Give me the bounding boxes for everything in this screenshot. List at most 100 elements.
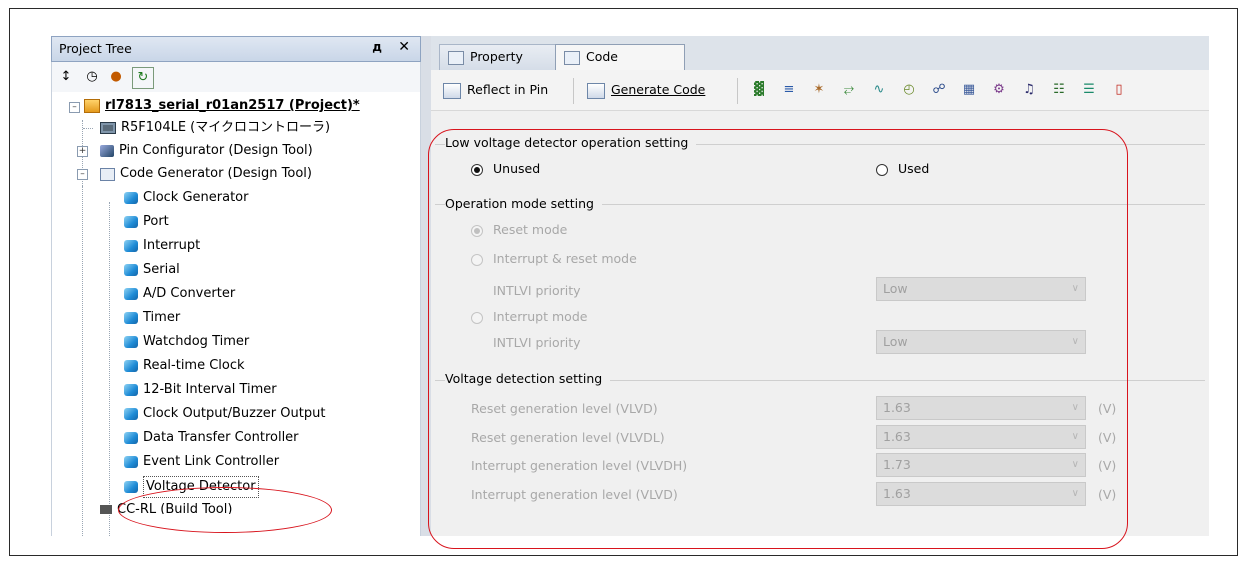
tree-node-code-generator[interactable]: Code Generator (Design Tool)	[100, 164, 312, 184]
interrupt-reset-mode-radio[interactable]: Interrupt & reset mode	[471, 251, 637, 267]
reflect-in-pin-icon	[443, 82, 461, 99]
project-tree-toolbar: ↕ ◷ ● ↻	[51, 62, 421, 92]
pin-icon[interactable]: д	[372, 40, 382, 54]
used-radio[interactable]: Used	[876, 161, 929, 177]
tree-node-data-transfer-controller[interactable]: Data Transfer Controller	[124, 428, 299, 448]
tree-node-serial[interactable]: Serial	[124, 260, 180, 280]
radio-unselected-icon	[876, 163, 888, 176]
code-generator-icon	[564, 50, 580, 65]
module-icon	[124, 432, 138, 444]
module-icon	[124, 288, 138, 300]
collapse-code-generator-toggle[interactable]: –	[77, 169, 88, 180]
tab-strip: Property Code Generator*	[431, 36, 1209, 88]
tree-node-pin-configurator[interactable]: Pin Configurator (Design Tool)	[100, 141, 313, 161]
radio-selected-icon	[471, 163, 483, 176]
module-icon	[124, 264, 138, 276]
refresh-icon[interactable]: ↻	[132, 67, 154, 89]
module-icon	[124, 481, 138, 493]
reset-mode-radio[interactable]: Reset mode	[471, 222, 567, 238]
vlvdl-reset-label: Reset generation level (VLVDL)	[471, 430, 665, 445]
generate-code-button[interactable]: Generate Code	[581, 78, 711, 102]
interval-timer-icon[interactable]: ⚙	[991, 82, 1007, 98]
project-tree-titlebar: Project Tree д ✕	[51, 36, 421, 62]
clock-generator-icon[interactable]: ▓	[751, 82, 767, 98]
tree-node-real-time-clock[interactable]: Real-time Clock	[124, 356, 245, 376]
interrupt-mode-radio[interactable]: Interrupt mode	[471, 309, 587, 325]
reflect-in-pin-button[interactable]: Reflect in Pin	[437, 78, 554, 102]
chip-icon	[100, 122, 116, 134]
module-icon	[124, 456, 138, 468]
pin-configurator-icon	[100, 145, 114, 157]
tree-node-event-link-controller[interactable]: Event Link Controller	[124, 452, 279, 472]
module-icon	[124, 216, 138, 228]
chevron-down-icon: ∨	[1071, 402, 1079, 413]
project-tree-panel: Project Tree д ✕ ↕ ◷ ● ↻ – rl7813_serial…	[51, 36, 421, 536]
code-generator-panel: Property Code Generator* Reflect in Pin …	[431, 36, 1209, 536]
lvd-settings-area: Low voltage detector operation setting U…	[431, 111, 1209, 536]
vlvd-reset-select[interactable]: 1.63 ∨	[876, 396, 1086, 420]
rtc-icon[interactable]: ▦	[961, 82, 977, 98]
module-icon	[124, 240, 138, 252]
vlvd-interrupt-select[interactable]: 1.63 ∨	[876, 482, 1086, 506]
intlvi-priority-select-1[interactable]: Low ∨	[876, 277, 1086, 301]
vlvd-reset-label: Reset generation level (VLVD)	[471, 401, 658, 416]
tab-property[interactable]: Property	[439, 44, 557, 70]
port-icon[interactable]: ≡	[781, 82, 797, 98]
watchdog-icon[interactable]: ☍	[931, 82, 947, 98]
unit-label: (V)	[1098, 458, 1117, 473]
tree-node-voltage-detector[interactable]: Voltage Detector	[124, 476, 259, 498]
dtc-icon[interactable]: ☷	[1051, 82, 1067, 98]
tree-node-interrupt[interactable]: Interrupt	[124, 236, 200, 256]
tree-node-microcontroller[interactable]: R5F104LE (マイクロコントローラ)	[100, 118, 330, 138]
tree-node-project[interactable]: rl7813_serial_r01an2517 (Project)*	[84, 96, 360, 116]
code-generator-toolbar: Reflect in Pin Generate Code ▓ ≡ ✶ ⥂ ∿ ◴…	[431, 70, 1209, 111]
chevron-down-icon: ∨	[1071, 336, 1079, 347]
module-icon	[124, 384, 138, 396]
tree-node-build-tool[interactable]: CC-RL (Build Tool)	[100, 500, 232, 514]
tree-node-clock-generator[interactable]: Clock Generator	[124, 188, 248, 208]
code-generator-icon	[100, 167, 115, 181]
vlvdl-reset-select[interactable]: 1.63 ∨	[876, 425, 1086, 449]
lvd-group-title: Low voltage detector operation setting	[445, 135, 697, 150]
tree-node-port[interactable]: Port	[124, 212, 169, 232]
tree-node-ad-converter[interactable]: A/D Converter	[124, 284, 235, 304]
intlvi-priority-label-2: INTLVI priority	[493, 335, 581, 350]
unit-label: (V)	[1098, 430, 1117, 445]
unused-radio[interactable]: Unused	[471, 161, 540, 177]
voltage-detection-group-title: Voltage detection setting	[445, 371, 611, 386]
intlvi-priority-select-2[interactable]: Low ∨	[876, 330, 1086, 354]
elc-icon[interactable]: ☰	[1081, 82, 1097, 98]
unit-label: (V)	[1098, 487, 1117, 502]
vlvdh-interrupt-select[interactable]: 1.73 ∨	[876, 453, 1086, 477]
panel-splitter[interactable]	[421, 36, 431, 536]
vlvdh-interrupt-label: Interrupt generation level (VLVDH)	[471, 458, 688, 473]
project-tree-title: Project Tree	[59, 41, 132, 56]
close-icon[interactable]: ✕	[398, 39, 410, 55]
module-icon	[124, 360, 138, 372]
clock-icon[interactable]: ◷	[82, 67, 102, 87]
project-tree-body: – rl7813_serial_r01an2517 (Project)* R5F…	[51, 92, 421, 536]
lvd-icon[interactable]: ▯	[1111, 82, 1127, 98]
tab-code-generator[interactable]: Code Generator*	[555, 44, 685, 88]
ad-converter-icon[interactable]: ∿	[871, 82, 887, 98]
interrupt-icon[interactable]: ✶	[811, 82, 827, 98]
tree-node-watchdog-timer[interactable]: Watchdog Timer	[124, 332, 249, 352]
chevron-down-icon: ∨	[1071, 459, 1079, 470]
serial-icon[interactable]: ⥂	[841, 82, 857, 98]
chevron-down-icon: ∨	[1071, 431, 1079, 442]
unit-label: (V)	[1098, 401, 1117, 416]
timer-icon[interactable]: ◴	[901, 82, 917, 98]
radio-selected-icon	[471, 224, 483, 237]
radio-unselected-icon	[471, 311, 483, 324]
expand-pin-configurator-toggle[interactable]: +	[77, 146, 88, 157]
tree-node-interval-timer[interactable]: 12-Bit Interval Timer	[124, 380, 277, 400]
tree-node-timer[interactable]: Timer	[124, 308, 180, 328]
buzzer-icon[interactable]: ♫	[1021, 82, 1037, 98]
intlvi-priority-label: INTLVI priority	[493, 283, 581, 298]
person-icon[interactable]: ●	[106, 67, 126, 87]
tree-node-clock-output-buzzer[interactable]: Clock Output/Buzzer Output	[124, 404, 325, 424]
sort-icon[interactable]: ↕	[56, 67, 76, 87]
build-tool-icon	[100, 505, 112, 514]
collapse-project-toggle[interactable]: –	[69, 102, 80, 113]
module-icon	[124, 312, 138, 324]
